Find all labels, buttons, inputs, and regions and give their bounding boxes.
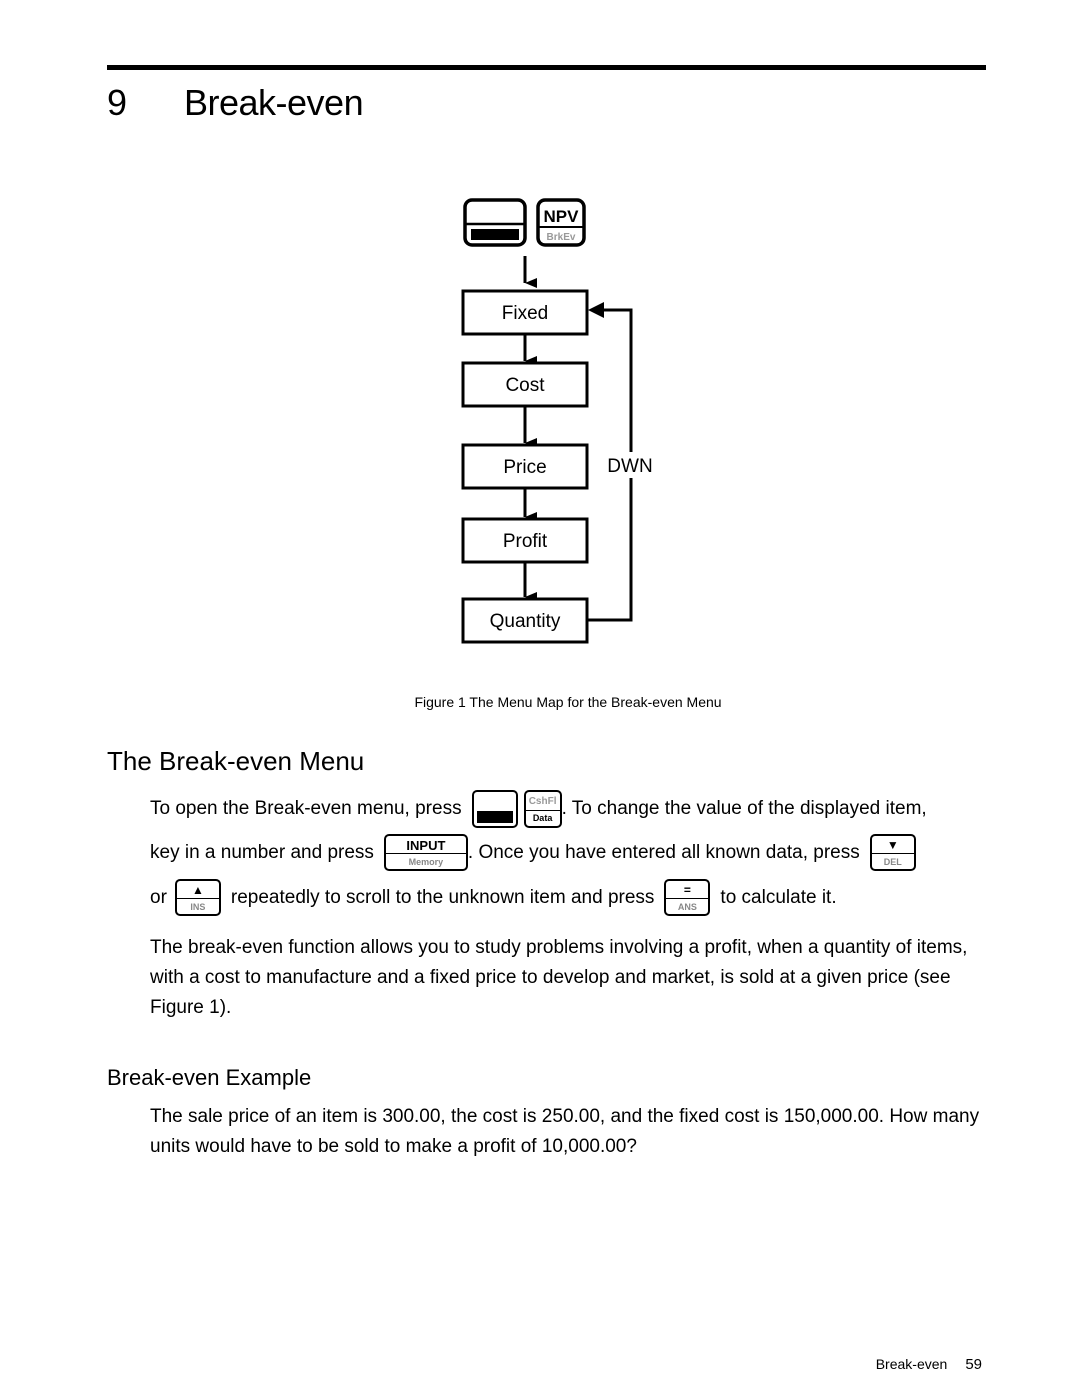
down-arrow-key-icon: ▼ DEL — [869, 834, 916, 871]
shift-key-icon — [463, 198, 527, 247]
footer-section: Break-even — [875, 1356, 948, 1372]
equals-key-icon: = ANS — [664, 879, 711, 916]
npv-key-label: NPV — [544, 207, 580, 226]
figure-caption: Figure 1 The Menu Map for the Break-even… — [414, 694, 722, 710]
page-footer: Break-even 59 — [876, 1356, 982, 1373]
example-text: The sale price of an item is 300.00, the… — [150, 1106, 980, 1157]
instruction-text: To open the Break-even menu, press — [150, 798, 462, 819]
npv-key-icon: NPV BrkEv — [536, 198, 586, 247]
page-number: 59 — [965, 1356, 982, 1373]
menu-item-label: Profit — [503, 531, 548, 552]
section-heading-example: Break-even Example — [107, 1065, 312, 1090]
instruction-text: . Once you have entered all known data, … — [467, 841, 860, 863]
menu-item-label: Cost — [505, 375, 545, 396]
up-arrow-key-icon: ▲ INS — [174, 879, 221, 916]
input-key-icon: INPUT Memory — [383, 834, 468, 871]
brkev-key-label: BrkEv — [547, 232, 576, 243]
loop-arrow-icon — [588, 302, 604, 318]
menu-item-label: Quantity — [490, 611, 561, 632]
section-heading-menu: The Break-even Menu — [107, 746, 365, 776]
instruction-line-1: To open the Break-even menu, press CshFl… — [150, 790, 927, 828]
instruction-text: to calculate it. — [720, 886, 837, 908]
shift-key-icon — [471, 790, 518, 828]
instruction-line-3: or ▲ INS repeatedly to scroll to the unk… — [150, 879, 837, 916]
menu-item-label: Price — [503, 457, 546, 478]
menu-map-diagram: NPV BrkEv Fixed Cost Price Profit Quantity D… — [461, 198, 660, 644]
instruction-text: or — [150, 886, 167, 908]
cashfl-key-icon: CshFl Data — [523, 790, 562, 828]
instruction-text: . To change the value of the displayed i… — [561, 798, 927, 819]
dwn-label: DWN — [607, 456, 652, 477]
instruction-text: repeatedly to scroll to the unknown item… — [230, 886, 655, 908]
instruction-text: key in a number and press — [150, 841, 374, 863]
menu-description: The break-even function allows you to st… — [150, 937, 968, 1018]
menu-item-label: Fixed — [502, 303, 548, 324]
instruction-line-2: key in a number and press INPUT Memory .… — [150, 834, 916, 871]
